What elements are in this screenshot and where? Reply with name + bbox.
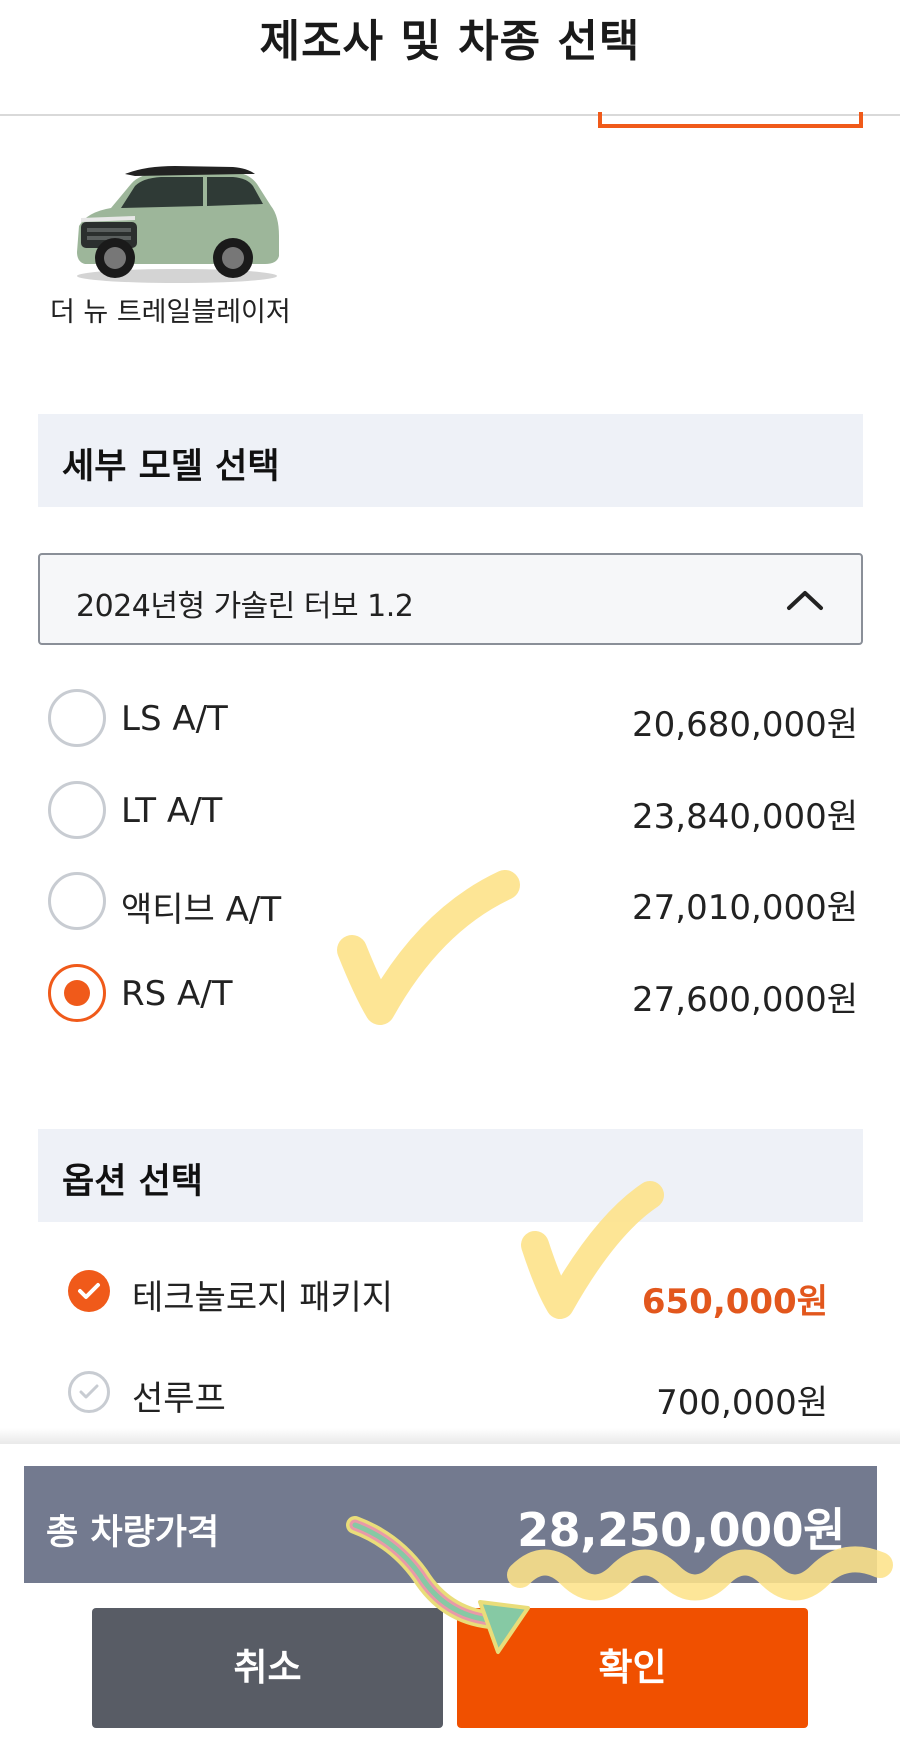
car-card[interactable]: 더 뉴 트레일블레이저	[50, 160, 310, 340]
chevron-up-icon	[787, 591, 823, 610]
selected-tab-indicator	[598, 112, 863, 128]
model-option-ls[interactable]: LS A/T 20,680,000원	[48, 689, 858, 749]
option-label: 테크놀로지 패키지	[132, 1278, 394, 1318]
model-option-lt[interactable]: LT A/T 23,840,000원	[48, 781, 858, 841]
car-image	[77, 166, 279, 283]
total-value: 28,250,000원	[517, 1503, 845, 1557]
model-price: 23,840,000원	[632, 797, 858, 837]
radio-button[interactable]	[48, 872, 106, 930]
check-icon	[79, 1384, 99, 1399]
dropdown-value: 2024년형 가솔린 터보 1.2	[76, 589, 414, 624]
cancel-button[interactable]: 취소	[92, 1608, 443, 1728]
option-label: 선루프	[132, 1379, 226, 1419]
option-item-technology[interactable]: 테크놀로지 패키지 650,000원	[68, 1270, 828, 1322]
model-label: RS A/T	[121, 974, 233, 1014]
total-label: 총 차량가격	[46, 1513, 220, 1553]
total-price-bar: 총 차량가격 28,250,000원	[24, 1466, 877, 1583]
model-label: LT A/T	[121, 791, 223, 831]
radio-button-selected[interactable]	[48, 964, 106, 1022]
option-item-sunroof[interactable]: 선루프 700,000원	[68, 1371, 828, 1423]
option-price: 650,000원	[641, 1282, 828, 1322]
model-price: 27,600,000원	[632, 980, 858, 1020]
radio-button[interactable]	[48, 689, 106, 747]
option-section-header: 옵션 선택	[38, 1129, 863, 1222]
model-label: 액티브 A/T	[121, 890, 282, 930]
car-name: 더 뉴 트레일블레이저	[50, 297, 291, 328]
model-section-header: 세부 모델 선택	[38, 414, 863, 507]
model-section-title: 세부 모델 선택	[62, 447, 280, 487]
header: 제조사 및 차종 선택	[0, 0, 900, 116]
model-year-dropdown[interactable]: 2024년형 가솔린 터보 1.2	[38, 553, 863, 645]
confirm-button[interactable]: 확인	[457, 1608, 808, 1728]
option-price: 700,000원	[656, 1383, 828, 1423]
check-icon	[78, 1283, 100, 1299]
model-price: 20,680,000원	[632, 705, 858, 745]
model-price: 27,010,000원	[632, 888, 858, 928]
model-label: LS A/T	[121, 699, 228, 739]
checkbox-checked[interactable]	[68, 1270, 110, 1312]
scroll-fade	[0, 1428, 900, 1444]
checkbox-unchecked[interactable]	[68, 1371, 110, 1413]
model-option-active[interactable]: 액티브 A/T 27,010,000원	[48, 872, 858, 932]
model-option-rs[interactable]: RS A/T 27,600,000원	[48, 964, 858, 1024]
page-title: 제조사 및 차종 선택	[259, 16, 641, 67]
option-section-title: 옵션 선택	[62, 1162, 203, 1202]
radio-button[interactable]	[48, 781, 106, 839]
